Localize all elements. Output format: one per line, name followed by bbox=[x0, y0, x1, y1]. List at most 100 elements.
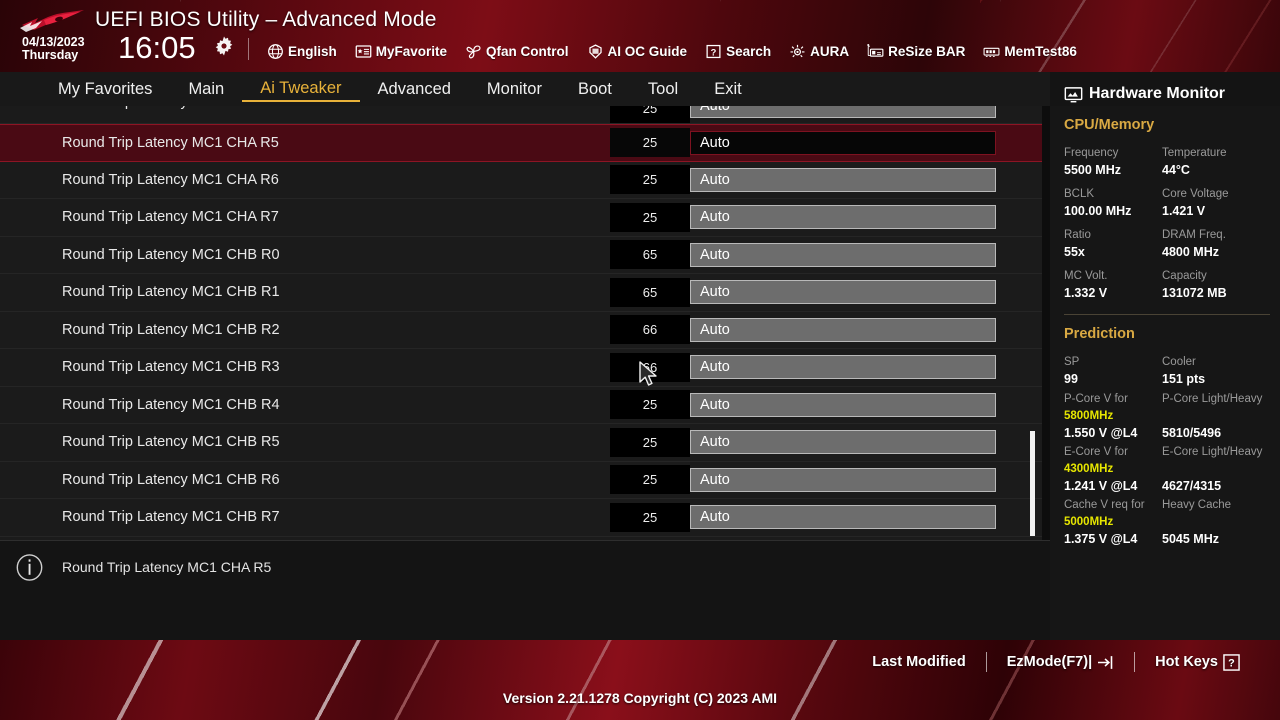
header-tool-memtest86[interactable]: MemTest86 bbox=[974, 43, 1086, 60]
main-nav-bar: My Favorites Main Ai Tweaker Advanced Mo… bbox=[0, 72, 1050, 106]
nav-item-ai-tweaker[interactable]: Ai Tweaker bbox=[242, 77, 360, 102]
pcore-lightheavy-label: P-Core Light/Heavy bbox=[1162, 393, 1263, 405]
field-label-cooler: Cooler bbox=[1162, 356, 1196, 368]
header-tool-myfavorite[interactable]: MyFavorite bbox=[346, 43, 456, 60]
setting-value-dropdown[interactable]: Auto bbox=[690, 167, 996, 192]
hardware-monitor-header: Hardware Monitor bbox=[1064, 82, 1280, 106]
field-value-sp: 99 bbox=[1064, 372, 1078, 386]
footer-link-list: Last Modified EzMode(F7)| Hot Keys ? bbox=[852, 640, 1260, 684]
cache-v-label-pre: Cache V req for bbox=[1064, 499, 1145, 511]
setting-value-dropdown[interactable]: Auto bbox=[690, 280, 996, 305]
table-row[interactable]: Round Trip Latency MC1 CHA R6 25 Auto bbox=[0, 162, 1050, 199]
nav-item-boot[interactable]: Boot bbox=[560, 78, 630, 100]
pcore-v-label-freq: 5800MHz bbox=[1064, 410, 1114, 422]
table-row[interactable]: Round Trip Latency MC1 CHA R7 25 Auto bbox=[0, 199, 1050, 237]
nav-item-monitor[interactable]: Monitor bbox=[469, 78, 560, 100]
setting-label: Round Trip Latency MC1 CHB R4 bbox=[62, 396, 280, 413]
header-tool-label: MyFavorite bbox=[375, 43, 448, 59]
table-row[interactable]: Round Trip Latency MC1 CHB R6 25 Auto bbox=[0, 462, 1050, 499]
header-tool-label: AI OC Guide bbox=[607, 43, 688, 59]
setting-value-dropdown[interactable]: Auto bbox=[690, 392, 996, 417]
svg-text:?: ? bbox=[1228, 657, 1235, 669]
setting-value-dropdown[interactable]: Auto bbox=[690, 467, 996, 492]
table-row[interactable]: Round Trip Latency MC1 CHA R4 25Auto bbox=[0, 106, 1050, 124]
field-label-mc-volt: MC Volt. bbox=[1064, 270, 1108, 282]
table-row[interactable]: Round Trip Latency MC1 CHA R5 25 Auto bbox=[0, 124, 1050, 162]
setting-value-dropdown[interactable]: Auto bbox=[690, 430, 996, 455]
fan-icon bbox=[466, 45, 481, 58]
hardware-monitor-panel: Hardware Monitor CPU/Memory Frequency Te… bbox=[1050, 85, 1280, 640]
table-row[interactable]: Round Trip Latency MC1 CHB R4 25 Auto bbox=[0, 387, 1050, 424]
last-modified-button[interactable]: Last Modified bbox=[852, 654, 985, 670]
prediction-pairs: P-Core V for 5800MHz P-Core Light/Heavy … bbox=[1064, 388, 1280, 547]
setting-current-value: 25 bbox=[610, 465, 690, 495]
setting-value-dropdown[interactable]: Auto bbox=[690, 317, 996, 342]
setting-current-value: 66 bbox=[610, 352, 690, 382]
setting-label: Round Trip Latency MC1 CHB R7 bbox=[62, 509, 280, 526]
ezmode-button[interactable]: EzMode(F7)| bbox=[987, 654, 1134, 670]
table-row[interactable]: Round Trip Latency MC1 CHB R1 65 Auto bbox=[0, 274, 1050, 312]
field-value-mc-volt: 1.332 V bbox=[1064, 286, 1108, 300]
prediction-fields: SP Cooler 99 151 pts bbox=[1064, 347, 1280, 388]
nav-item-tool[interactable]: Tool bbox=[630, 78, 696, 100]
setting-value-dropdown[interactable]: Auto bbox=[690, 242, 996, 267]
scrollbar-thumb[interactable] bbox=[1030, 431, 1035, 536]
setting-current-value: 25 bbox=[610, 427, 690, 457]
cache-v-label-freq: 5000MHz bbox=[1064, 516, 1114, 528]
setting-current-value: 25 bbox=[610, 390, 690, 420]
setting-label: Round Trip Latency MC1 CHA R6 bbox=[62, 171, 279, 188]
version-text: Version 2.21.1278 Copyright (C) 2023 AMI bbox=[502, 690, 778, 706]
table-row[interactable]: Round Trip Latency MC1 CHB R0 65 Auto bbox=[0, 237, 1050, 274]
hardware-monitor-title: Hardware Monitor bbox=[1089, 85, 1226, 102]
table-row[interactable]: Round Trip Latency MC1 CHB R5 25 Auto bbox=[0, 424, 1050, 462]
ecore-v-label: E-Core V for 4300MHz bbox=[1064, 441, 1162, 478]
header-tool-ai-oc-guide[interactable]: AI OC Guide bbox=[578, 43, 697, 60]
sidebar-section-prediction: Prediction bbox=[1064, 326, 1135, 342]
help-text: Round Trip Latency MC1 CHA R5 bbox=[62, 559, 272, 575]
field-label-capacity: Capacity bbox=[1162, 270, 1207, 282]
table-row[interactable]: Round Trip Latency MC1 CHB R2 66 Auto bbox=[0, 312, 1050, 349]
header-bar: UEFI BIOS Utility – Advanced Mode 04/13/… bbox=[0, 0, 1280, 72]
page-title: UEFI BIOS Utility – Advanced Mode bbox=[95, 8, 437, 31]
hot-keys-button[interactable]: Hot Keys ? bbox=[1135, 653, 1260, 671]
field-label-bclk: BCLK bbox=[1064, 188, 1095, 200]
ecore-v-label-freq: 4300MHz bbox=[1064, 463, 1114, 475]
header-tool-qfan-control[interactable]: Qfan Control bbox=[456, 43, 578, 60]
header-tool-search[interactable]: ? Search bbox=[696, 43, 780, 60]
setting-value-dropdown[interactable]: Auto bbox=[690, 205, 996, 230]
table-row[interactable]: Round Trip Latency MC1 CHB R7 25 Auto bbox=[0, 499, 1050, 537]
nav-item-main[interactable]: Main bbox=[170, 78, 242, 100]
arrow-exit-icon bbox=[1098, 655, 1113, 669]
footer-bar: Last Modified EzMode(F7)| Hot Keys ? Ver… bbox=[0, 640, 1280, 720]
setting-value-dropdown[interactable]: Auto bbox=[690, 355, 996, 380]
gear-icon[interactable] bbox=[214, 36, 234, 56]
setting-label: Round Trip Latency MC1 CHB R1 bbox=[62, 284, 280, 301]
header-tool-aura[interactable]: AURA bbox=[780, 43, 858, 60]
header-tool-list: English MyFavorite Qfan Control AI OC Gu… bbox=[258, 40, 1086, 62]
question-box-icon: ? bbox=[706, 44, 721, 58]
nav-item-advanced[interactable]: Advanced bbox=[360, 78, 469, 100]
heavy-cache-value: 5045 MHz bbox=[1162, 532, 1219, 546]
resize-bar-icon bbox=[867, 43, 884, 57]
header-tool-resize-bar[interactable]: ReSize BAR bbox=[858, 43, 974, 60]
field-label-frequency: Frequency bbox=[1064, 147, 1119, 159]
setting-value-dropdown[interactable]: Auto bbox=[690, 130, 996, 155]
setting-current-value: 25 bbox=[610, 202, 690, 232]
setting-current-value: 66 bbox=[610, 315, 690, 345]
field-label-dram-freq: DRAM Freq. bbox=[1162, 229, 1226, 241]
header-tool-label: AURA bbox=[810, 43, 850, 59]
field-label-temperature: Temperature bbox=[1162, 147, 1227, 159]
header-tool-english[interactable]: English bbox=[258, 43, 346, 60]
nav-item-exit[interactable]: Exit bbox=[696, 78, 760, 100]
nav-item-my-favorites[interactable]: My Favorites bbox=[40, 78, 170, 100]
setting-value-dropdown[interactable]: Auto bbox=[690, 505, 996, 530]
setting-value-dropdown[interactable]: Auto bbox=[690, 106, 996, 118]
cpu-memory-fields: Frequency Temperature 5500 MHz 44°C BCLK… bbox=[1064, 138, 1280, 302]
chip-icon bbox=[588, 43, 602, 59]
ecore-v-value: 1.241 V @L4 bbox=[1064, 479, 1138, 493]
setting-label: Round Trip Latency MC1 CHA R7 bbox=[62, 209, 279, 226]
setting-current-value: 25 bbox=[610, 106, 690, 123]
field-value-core-voltage: 1.421 V bbox=[1162, 204, 1206, 218]
table-row[interactable]: Round Trip Latency MC1 CHB R3 66 Auto bbox=[0, 349, 1050, 387]
field-value-cooler: 151 pts bbox=[1162, 372, 1206, 386]
